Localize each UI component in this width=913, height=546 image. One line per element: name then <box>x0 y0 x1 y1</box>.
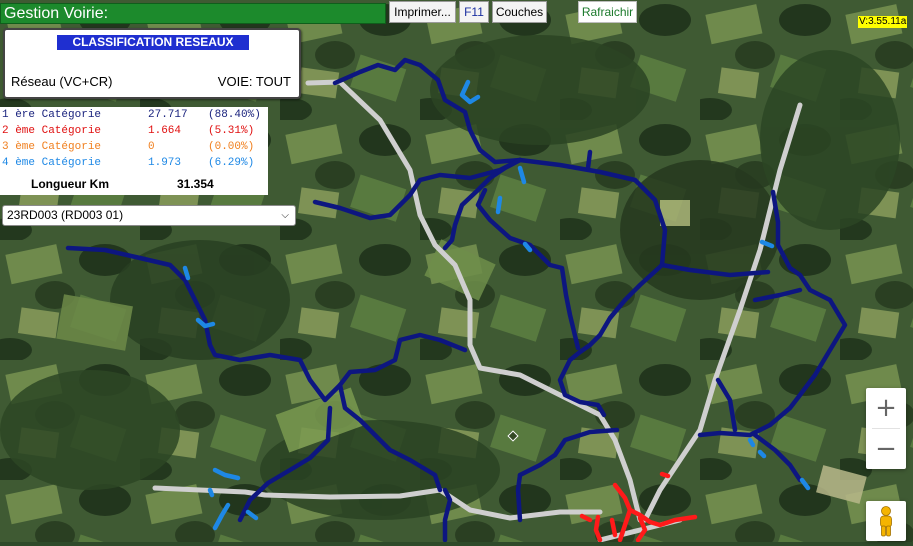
app-title: Gestion Voirie: <box>4 5 109 22</box>
stat-percent: (5.31%) <box>208 125 255 137</box>
zoom-in-button[interactable]: + <box>866 388 906 428</box>
version-badge: V:3.55.11a <box>858 16 908 28</box>
road-select-value: 23RD003 (RD003 01) <box>7 208 124 222</box>
streetview-button[interactable] <box>866 501 906 541</box>
classification-panel: CLASSIFICATION RESEAUX Réseau (VC+CR) VO… <box>3 28 301 99</box>
app-title-bar: Gestion Voirie: <box>0 3 386 24</box>
stat-value: 1.664 <box>148 125 182 137</box>
print-button[interactable]: Imprimer... <box>389 1 456 23</box>
stat-percent: (0.00%) <box>208 141 255 153</box>
zoom-control: + − <box>866 388 906 469</box>
stat-value: 0 <box>148 141 155 153</box>
stat-percent: (6.29%) <box>208 157 255 169</box>
stat-percent: (88.40%) <box>208 109 261 121</box>
f11-button[interactable]: F11 <box>459 1 489 23</box>
network-label: Réseau (VC+CR) <box>11 74 113 89</box>
stat-value: 1.973 <box>148 157 182 169</box>
layers-button[interactable]: Couches <box>492 1 547 23</box>
chevron-down-icon: ⌵ <box>281 210 289 221</box>
pegman-icon <box>880 506 892 537</box>
category-stats-table: 1 ère Catégorie 27.717 (88.40%) 2 ème Ca… <box>0 107 268 195</box>
zoom-out-button[interactable]: − <box>866 429 906 469</box>
stat-name: 1 ère Catégorie <box>2 109 102 121</box>
stat-name: 3 ème Catégorie <box>2 141 102 153</box>
road-select[interactable]: 23RD003 (RD003 01) ⌵ <box>2 205 296 226</box>
refresh-button[interactable]: Rafraichir <box>578 1 637 23</box>
stat-value: 27.717 <box>148 109 188 121</box>
classification-title: CLASSIFICATION RESEAUX <box>57 35 249 50</box>
voie-label: VOIE: TOUT <box>217 74 291 89</box>
total-length-value: 31.354 <box>177 177 214 191</box>
stat-name: 2 ème Catégorie <box>2 125 102 137</box>
stat-name: 4 ème Catégorie <box>2 157 102 169</box>
total-length-label: Longueur Km <box>31 177 109 191</box>
